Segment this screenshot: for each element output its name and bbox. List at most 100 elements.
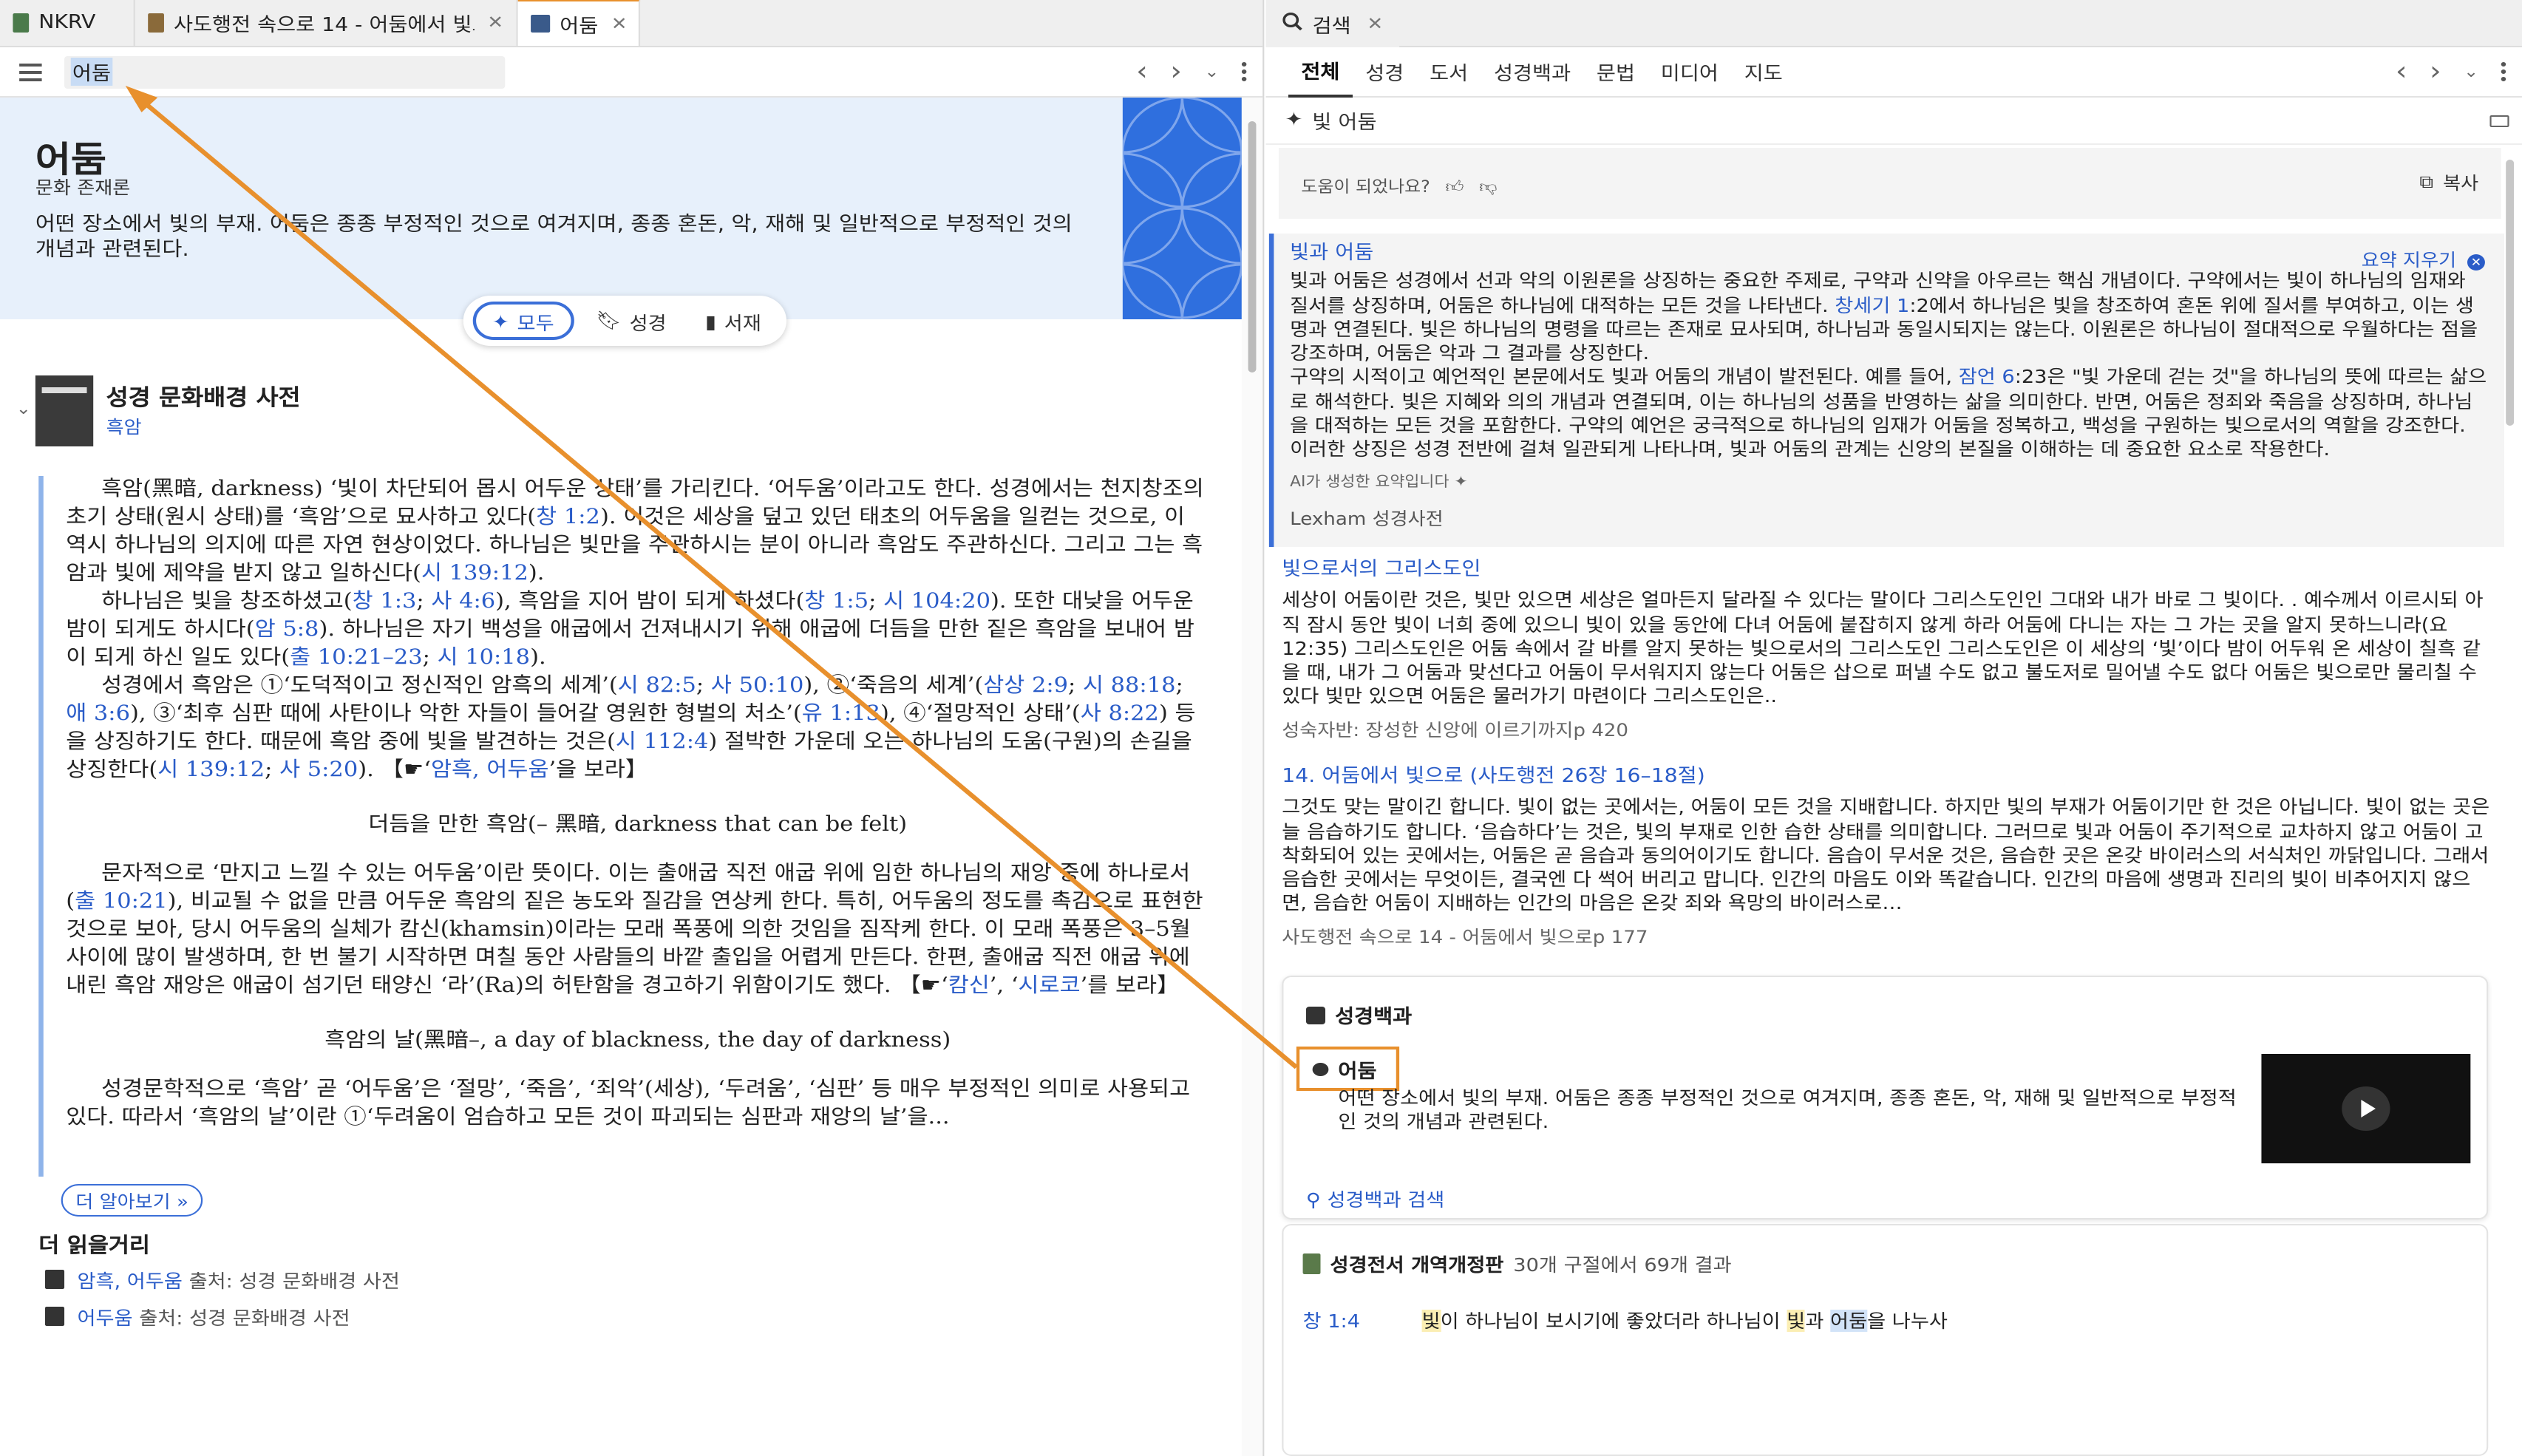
play-icon[interactable]	[2342, 1086, 2390, 1131]
book-icon: ▮	[704, 310, 716, 332]
category-all[interactable]: 전체	[1288, 47, 1353, 97]
reference-link[interactable]: 시 139:12	[157, 758, 265, 782]
search-input[interactable]: 어둠	[64, 55, 506, 88]
reference-link[interactable]: 창 1:3	[353, 590, 417, 613]
verse-reference[interactable]: 창 1:4	[1303, 1305, 1360, 1333]
reference-link[interactable]: 삼상 2:9	[983, 674, 1068, 698]
left-scrollbar[interactable]	[1241, 98, 1263, 1456]
back-icon[interactable]: ‹	[1136, 56, 1148, 87]
tab-search[interactable]: 검색 ✕	[1265, 0, 1400, 47]
close-icon[interactable]: ✕	[611, 13, 628, 34]
result-source[interactable]: 사도행전 속으로 14 - 어둠에서 빛으로p 177	[1282, 925, 2491, 950]
reference-link[interactable]: 시 82:5	[618, 674, 696, 698]
category-grammar[interactable]: 문법	[1584, 47, 1648, 97]
reference-link[interactable]: 출 10:21	[75, 890, 168, 914]
reference-link[interactable]: 시로코	[1019, 974, 1081, 998]
summary-title: 빛과 어둠	[1290, 242, 1374, 265]
search-query[interactable]: 빛 어둠	[1312, 106, 1376, 135]
reference-link[interactable]: 시 139:12	[421, 562, 528, 585]
close-icon[interactable]: ✕	[1367, 13, 1383, 34]
further-reading-item[interactable]: 암흑, 어두움 출처: 성경 문화배경 사전	[44, 1265, 400, 1293]
category-encyclopedia[interactable]: 성경백과	[1481, 47, 1584, 97]
search-result: 빛으로서의 그리스도인 세상이 어둠이란 것은, 빛만 있으면 세상은 얼마든지…	[1282, 559, 2491, 742]
bible-results-card: 성경전서 개역개정판 30개 구절에서 69개 결과 창 1:4 빛이 하나님이…	[1282, 1224, 2489, 1456]
further-reading-item[interactable]: 어두움 출처: 성경 문화배경 사전	[44, 1302, 350, 1330]
reference-link[interactable]: 암 5:8	[255, 618, 319, 642]
keyboard-icon[interactable]	[2489, 115, 2509, 126]
forward-icon[interactable]: ›	[1170, 56, 1182, 87]
reference-link[interactable]: 사 5:20	[279, 758, 358, 782]
category-maps[interactable]: 지도	[1731, 47, 1795, 97]
search-hit: 어둠	[1830, 1310, 1868, 1332]
filter-library[interactable]: ▮ 서재	[689, 302, 777, 340]
category-bible[interactable]: 성경	[1353, 47, 1417, 97]
sparkle-icon: ✦	[1454, 474, 1468, 491]
category-books[interactable]: 도서	[1417, 47, 1481, 97]
thumbs-down-icon[interactable]: 👎︎	[1479, 177, 1497, 197]
more-options-icon[interactable]	[2501, 62, 2506, 81]
reference-link[interactable]: 시 10:18	[438, 646, 531, 670]
copy-button[interactable]: ⧉ 복사	[2419, 170, 2478, 195]
encyclopedia-definition: 어떤 장소에서 빛의 부재. 어둠은 종종 부정적인 것으로 여겨지며, 종종 …	[1338, 1086, 2237, 1132]
search-hit: 빛	[1421, 1310, 1441, 1332]
text-segment: ;	[1068, 674, 1083, 698]
entry-link[interactable]: 흑암	[106, 414, 142, 439]
reference-link[interactable]: 암흑, 어두움	[431, 758, 549, 782]
reference-link[interactable]: 시 112:4	[616, 730, 709, 754]
tab-acts-book[interactable]: 사도행전 속으로 14 - 어둠에서 빛으로 ✕	[135, 0, 518, 46]
forward-icon[interactable]: ›	[2430, 56, 2441, 87]
reference-link[interactable]: 출 10:21–23	[290, 646, 423, 670]
reference-link[interactable]: 캄신	[948, 974, 990, 998]
reference-link[interactable]: 사 8:22	[1081, 702, 1159, 726]
filter-chips: ✦ 모두 🔖︎ 성경 ▮ 서재	[463, 296, 787, 346]
history-dropdown-icon[interactable]: ⌄	[1204, 62, 1219, 81]
right-scrollbar[interactable]	[2500, 145, 2522, 1456]
result-title[interactable]: 빛으로서의 그리스도인	[1282, 559, 2491, 583]
reference-link[interactable]: 잠언 6	[1959, 366, 2015, 388]
article-paragraph: 문자적으로 ‘만지고 느낄 수 있는 어두움’이란 뜻이다. 이는 출애굽 직전…	[66, 860, 1209, 1001]
learn-more-button[interactable]: 더 알아보기 »	[61, 1184, 203, 1217]
encyclopedia-term[interactable]: 어둠	[1296, 1047, 1400, 1091]
close-icon[interactable]: ✕	[487, 12, 503, 33]
left-toolbar: 어둠 ‹ › ⌄	[0, 47, 1263, 98]
text-segment: ). 【☛‘	[358, 758, 431, 782]
further-reading-title: 더 읽을거리	[38, 1234, 150, 1258]
search-query-bar[interactable]: ✦ 빛 어둠	[1265, 98, 2522, 145]
text-segment: 이 하나님이 보시기에 좋았더라 하나님이	[1440, 1310, 1787, 1332]
history-dropdown-icon[interactable]: ⌄	[2464, 62, 2478, 81]
filter-bible[interactable]: 🔖︎ 성경	[579, 302, 682, 340]
reference-link[interactable]: 창 1:2	[536, 506, 600, 529]
reference-link[interactable]: 사 4:6	[431, 590, 495, 613]
filter-all[interactable]: ✦ 모두	[472, 302, 574, 340]
reference-link[interactable]: 창 1:5	[804, 590, 869, 613]
reference-link[interactable]: 시 104:20	[883, 590, 990, 613]
back-icon[interactable]: ‹	[2396, 56, 2407, 87]
reference-link[interactable]: 시 88:18	[1083, 674, 1176, 698]
result-snippet: 세상이 어둠이란 것은, 빛만 있으면 세상은 얼마든지 달라질 수 있다는 말…	[1282, 588, 2484, 707]
more-options-icon[interactable]	[1241, 62, 1247, 81]
reference-link[interactable]: 사 50:10	[711, 674, 804, 698]
close-circle-icon: ✕	[2467, 254, 2485, 271]
summary-source[interactable]: Lexham 성경사전	[1290, 507, 2488, 531]
reference-link[interactable]: 애 3:6	[66, 702, 130, 726]
reference-link[interactable]: 창세기 1	[1835, 293, 1909, 316]
result-source[interactable]: 성숙자반: 장성한 신앙에 이르기까지p 420	[1282, 718, 2491, 743]
ai-note: AI가 생성한 요약입니다 ✦	[1290, 474, 1468, 491]
tab-nkrv[interactable]: NKRV	[0, 0, 135, 46]
clear-summary-button[interactable]: 요약 지우기 ✕	[2362, 248, 2485, 273]
video-thumbnail[interactable]	[2261, 1054, 2471, 1163]
menu-icon[interactable]	[19, 63, 42, 81]
bookmark-icon: 🔖︎	[596, 309, 622, 331]
reference-link[interactable]: 유 1:13	[802, 702, 880, 726]
search-categories: 전체 성경 도서 성경백과 문법 미디어 지도 ‹ › ⌄	[1265, 47, 2522, 98]
sparkle-icon: ✦	[492, 310, 509, 332]
result-title[interactable]: 14. 어둠에서 빛으로 (사도행전 26장 16–18절)	[1282, 766, 2491, 790]
article-paragraph: 성경문학적으로 ‘흑암’ 곧 ‘어두움’은 ‘절망’, ‘죽음’, ‘죄악’(세…	[66, 1076, 1209, 1132]
encyclopedia-search-link[interactable]: ⚲ 성경백과 검색	[1306, 1184, 1444, 1212]
category-media[interactable]: 미디어	[1648, 47, 1731, 97]
checklist-icon	[531, 15, 551, 33]
book-icon	[148, 13, 164, 32]
thumbs-up-icon[interactable]: 👍︎	[1446, 177, 1464, 197]
tab-darkness[interactable]: 어둠 ✕	[517, 0, 641, 46]
collapse-icon[interactable]: ⌄	[16, 399, 31, 418]
